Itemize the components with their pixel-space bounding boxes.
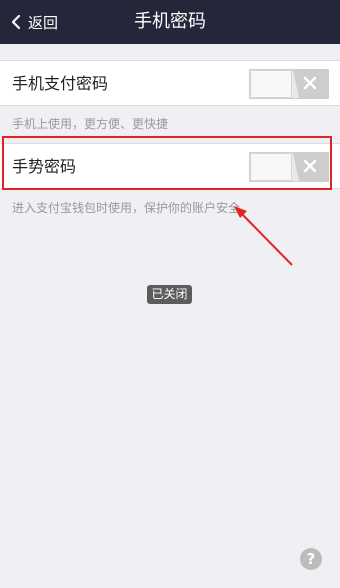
payment-password-note: 手机上使用，更方便、更快捷 [12,117,169,131]
payment-password-toggle-switch[interactable] [249,69,329,99]
help-icon[interactable]: ? [300,548,322,570]
setting-row-payment-password: 手机支付密码 [0,60,340,106]
setting-label-payment-password: 手机支付密码 [12,74,109,93]
annotation-highlight-box [2,136,332,190]
status-toast: 已关闭 [147,285,192,304]
top-navigation-bar: 返回 手机密码 [0,0,340,44]
gesture-password-note: 进入支付宝钱包时使用，保护你的账户安全 [12,201,241,215]
page-title: 手机密码 [134,11,206,32]
